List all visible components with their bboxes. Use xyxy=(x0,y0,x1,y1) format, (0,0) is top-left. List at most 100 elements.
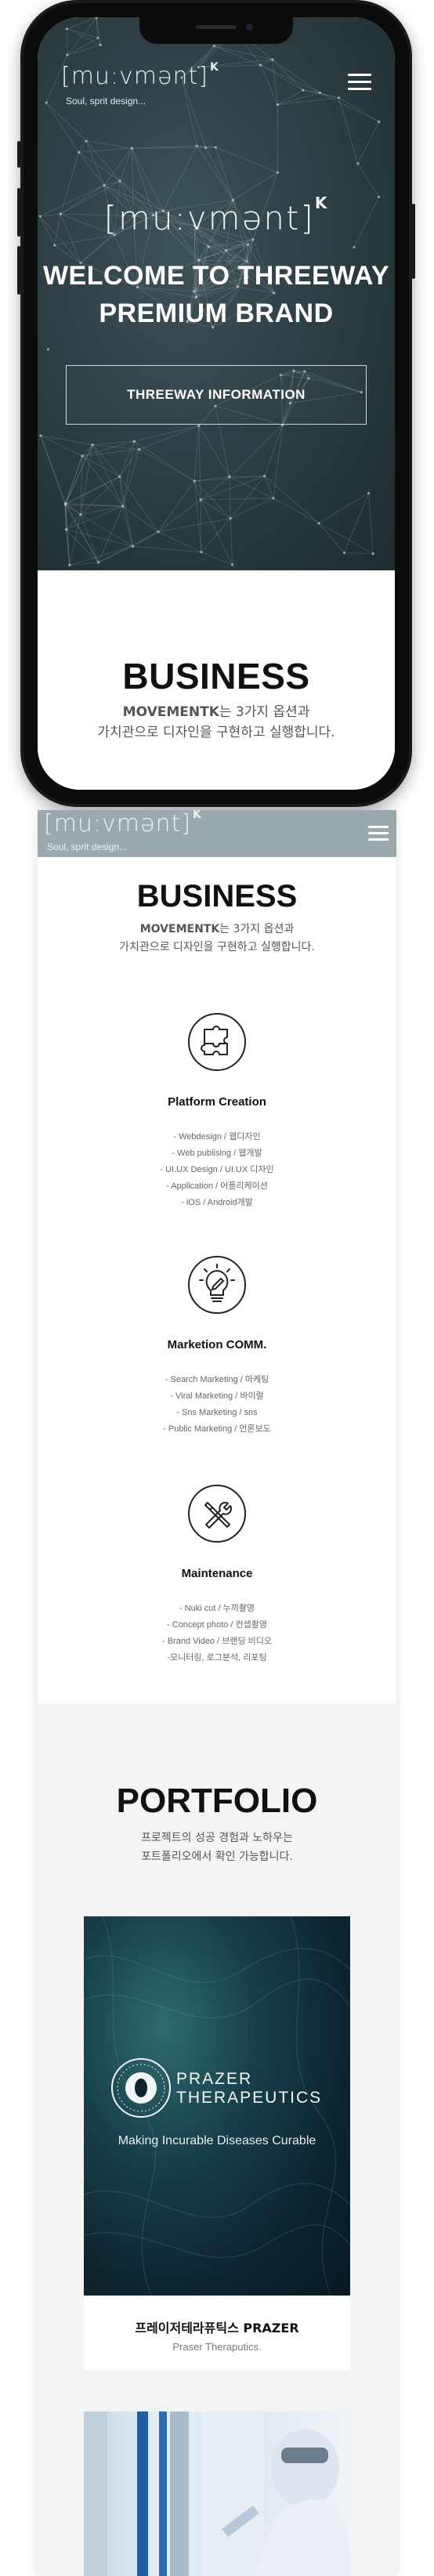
section-description: MOVEMENTK는 3가지 옵션과 가치관으로 디자인을 구현하고 실행합니다. xyxy=(97,704,335,740)
network-line xyxy=(344,493,370,553)
threeway-information-button[interactable]: THREEWAY INFORMATION xyxy=(66,365,367,425)
network-line xyxy=(205,147,216,149)
network-node xyxy=(46,348,50,351)
list-item: - Brand Video / 브랜딩 비디오 xyxy=(161,1637,272,1646)
hero-logo: [mu:vmənt]K xyxy=(103,194,329,237)
phone-power-button xyxy=(412,204,415,279)
brand-logo[interactable]: [mu:vmənt] K xyxy=(44,810,202,838)
network-line xyxy=(273,497,320,524)
network-node xyxy=(317,522,320,525)
network-node xyxy=(378,120,381,124)
network-line xyxy=(64,444,93,505)
network-line xyxy=(64,504,81,516)
portfolio-thumbnail: PRAZER THERAPEUTICS Making Incurable Dis… xyxy=(84,1916,350,2296)
network-node xyxy=(65,27,68,31)
network-node xyxy=(197,425,201,428)
network-line xyxy=(66,529,133,547)
list-item: - UI.UX Design / UI.UX 디자인 xyxy=(160,1165,274,1174)
network-node xyxy=(91,443,94,447)
prazer-tagline: Making Incurable Diseases Curable xyxy=(118,2134,316,2147)
phone-mute-switch xyxy=(17,141,20,168)
network-node xyxy=(64,528,67,531)
phone-screen: [mu:vmənt] K Soul, sprit design... [mu:vm… xyxy=(38,17,395,790)
phone-volume-down xyxy=(17,246,20,295)
service-list: - Nuki cut / 누끼촬영 - Concept photo / 컨셉촬영… xyxy=(38,1601,396,1666)
network-line xyxy=(264,476,320,524)
network-line xyxy=(81,455,120,477)
site-header: [mu:vmənt] K Soul, sprit design... xyxy=(38,810,396,857)
section-description: 프로젝트의 성공 경험과 노하우는 포트폴리오에서 확인 가능합니다. xyxy=(141,1832,293,1863)
phone-mockup: [mu:vmənt] K Soul, sprit design... [mu:vm… xyxy=(17,0,415,807)
network-line xyxy=(67,38,99,56)
network-node xyxy=(97,561,100,564)
network-node xyxy=(81,454,84,458)
network-line xyxy=(92,444,124,507)
list-item: - Public Marketing / 언론보도 xyxy=(163,1424,271,1434)
prazer-seal-logo xyxy=(111,2058,171,2118)
network-line xyxy=(40,435,93,446)
service-marketing: Marketion COMM. - Search Marketing / 마케팅… xyxy=(38,1255,396,1438)
network-line xyxy=(215,147,278,173)
network-line xyxy=(133,441,140,450)
network-node xyxy=(263,475,266,478)
network-line xyxy=(78,147,132,153)
brand-logo[interactable]: [mu:vmənt] K xyxy=(61,61,219,90)
network-node xyxy=(212,45,215,48)
network-line xyxy=(205,147,233,201)
network-line xyxy=(96,17,101,45)
portfolio-title: 프레이저테라퓨틱스 PRAZER xyxy=(135,2321,299,2335)
network-line xyxy=(368,493,374,554)
puzzle-icon xyxy=(188,1013,246,1071)
service-platform-creation: Platform Creation - Webdesign / 웹디자인 - W… xyxy=(38,1012,396,1211)
service-list: - Webdesign / 웹디자인 - Web publising / 웹개발… xyxy=(38,1129,396,1211)
network-line xyxy=(157,499,201,533)
network-line xyxy=(134,425,199,442)
network-line xyxy=(201,552,233,566)
service-title: Maintenance xyxy=(181,1567,253,1580)
network-line xyxy=(264,425,284,476)
list-item: - iOS / Android개발 xyxy=(181,1198,253,1207)
network-line xyxy=(318,493,369,524)
list-item: - Nuki cut / 누끼촬영 xyxy=(179,1604,255,1613)
network-line xyxy=(357,121,380,164)
network-line xyxy=(80,514,133,547)
menu-icon[interactable] xyxy=(348,74,371,92)
section-title: PORTFOLIO xyxy=(116,1782,318,1820)
section-description: MOVEMENTK는 3가지 옵션과 가치관으로 디자인을 구현하고 실행합니다. xyxy=(119,923,315,953)
network-node xyxy=(121,505,125,508)
brand-tagline: Soul, sprit design... xyxy=(47,841,128,852)
portfolio-card-laboratory[interactable] xyxy=(84,2411,350,2576)
portfolio-card-prazer[interactable]: PRAZER THERAPEUTICS Making Incurable Dis… xyxy=(84,1916,350,2371)
section-title: BUSINESS xyxy=(136,879,298,914)
network-line xyxy=(85,140,105,186)
network-line xyxy=(196,145,233,201)
list-item: - Concept photo / 컨셉촬영 xyxy=(167,1620,267,1630)
network-line xyxy=(119,476,159,533)
hero-topbar: [mu:vmənt] K Soul, sprit design... xyxy=(38,55,395,107)
brand-tagline: Soul, sprit design... xyxy=(66,96,146,107)
network-node xyxy=(356,162,360,165)
list-item: - Sns Marketing / sns xyxy=(176,1408,258,1417)
network-line xyxy=(64,505,71,566)
phone-notch xyxy=(139,17,293,44)
network-node xyxy=(63,503,67,506)
network-line xyxy=(45,102,79,153)
network-line xyxy=(229,476,274,499)
service-title: Platform Creation xyxy=(168,1095,266,1109)
service-list: - Search Marketing / 마케팅 - Viral Marketi… xyxy=(38,1372,396,1438)
network-line xyxy=(139,449,195,482)
network-line xyxy=(67,28,101,45)
network-line xyxy=(229,425,284,477)
lightbulb-icon xyxy=(188,1256,246,1314)
network-node xyxy=(193,479,196,483)
network-node xyxy=(204,147,208,150)
menu-icon[interactable] xyxy=(368,826,389,841)
network-line xyxy=(264,476,274,499)
network-node xyxy=(118,179,121,183)
network-node xyxy=(276,171,279,174)
network-node xyxy=(79,513,82,516)
network-line xyxy=(273,425,284,498)
network-line xyxy=(80,514,99,563)
network-node xyxy=(207,245,210,248)
network-node xyxy=(130,147,134,150)
